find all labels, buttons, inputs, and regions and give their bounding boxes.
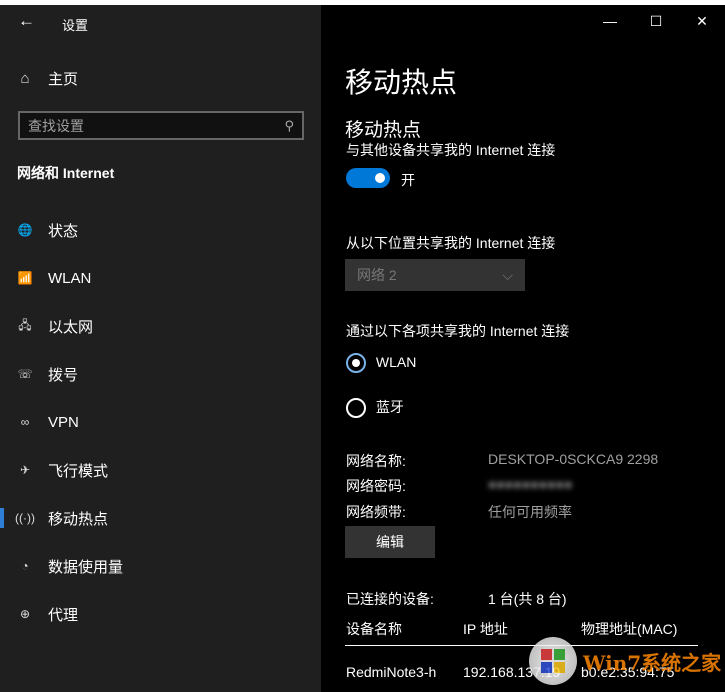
sidebar-item-label: 状态 <box>48 222 79 240</box>
vpn-icon: ∞ <box>20 415 30 429</box>
sidebar-item-4[interactable]: ∞ VPN <box>0 402 321 442</box>
radio-icon <box>346 353 366 373</box>
sidebar-item-3[interactable]: ☏ 拨号 <box>0 354 321 394</box>
watermark-logo: Win7系统之家 <box>529 637 721 685</box>
back-button[interactable]: ← <box>18 11 35 31</box>
window-title: 设置 <box>62 18 89 33</box>
minimize-button[interactable]: — <box>587 5 633 37</box>
sidebar-item-0[interactable]: 🌐 状态 <box>0 210 321 250</box>
share-from-select[interactable]: 网络 2 ⌵ <box>345 259 525 291</box>
connected-devices-value: 1 台(共 8 台) <box>488 591 567 607</box>
radio-label: 蓝牙 <box>375 399 404 415</box>
network-band-label: 网络频带: <box>346 504 406 520</box>
windows-logo-icon <box>529 637 577 685</box>
network-password-label: 网络密码: <box>346 478 406 494</box>
sidebar-item-7[interactable]: ◔ 数据使用量 <box>0 546 321 586</box>
network-password-value: ●●●●●●●●●● <box>488 476 573 492</box>
section-heading: 网络和 Internet <box>17 165 115 181</box>
maximize-button[interactable]: ☐ <box>633 5 679 37</box>
sidebar-item-label: 飞行模式 <box>48 462 109 480</box>
search-input[interactable]: 查找设置 ⚲ <box>18 111 304 140</box>
dialup-icon: ☏ <box>17 367 33 381</box>
airplane-icon: ✈ <box>19 463 31 477</box>
page-title: 移动热点 <box>345 67 458 98</box>
home-icon: ⌂ <box>20 69 30 87</box>
sidebar-item-home[interactable]: ⌂ 主页 <box>0 58 321 98</box>
section-title: 移动热点 <box>345 120 422 141</box>
sidebar-item-label: WLAN <box>48 269 92 287</box>
sidebar-item-1[interactable]: 📶 WLAN <box>0 258 321 298</box>
column-header-ip: IP 地址 <box>463 621 508 637</box>
watermark-text: Win7系统之家 <box>583 650 722 675</box>
sidebar-item-2[interactable]: 🖧 以太网 <box>0 306 321 346</box>
search-icon[interactable]: ⚲ <box>284 118 294 134</box>
search-placeholder: 查找设置 <box>28 117 84 134</box>
column-header-mac: 物理地址(MAC) <box>581 621 678 637</box>
radio-bluetooth[interactable]: 蓝牙 <box>346 397 404 419</box>
sidebar: ← 设置 ⌂ 主页 查找设置 ⚲ 网络和 Internet 🌐 状态 📶 WLAN 🖧 以… <box>0 5 321 692</box>
sidebar-item-label: 拨号 <box>48 366 79 384</box>
sidebar-item-label: 以太网 <box>48 318 94 336</box>
share-via-label: 通过以下各项共享我的 Internet 连接 <box>346 323 570 339</box>
ethernet-icon: 🖧 <box>18 317 32 332</box>
sidebar-item-8[interactable]: ⊕ 代理 <box>0 594 321 634</box>
share-from-value: 网络 2 <box>357 267 397 283</box>
globe-icon: 🌐 <box>17 223 33 237</box>
sidebar-item-label: VPN <box>48 413 79 431</box>
sidebar-item-label: 代理 <box>48 606 79 624</box>
edit-button[interactable]: 编辑 <box>345 526 435 558</box>
network-name-label: 网络名称: <box>346 453 406 469</box>
content-pane: — ☐ ✕ 移动热点 移动热点 与其他设备共享我的 Internet 连接 开 … <box>321 5 725 692</box>
share-label: 与其他设备共享我的 Internet 连接 <box>346 142 556 158</box>
toggle-state: 开 <box>401 172 415 188</box>
wifi-icon: 📶 <box>17 271 33 285</box>
hotspot-icon: ((·)) <box>15 511 35 525</box>
network-name-value: DESKTOP-0SCKCA9 2298 <box>488 451 659 467</box>
proxy-icon: ⊕ <box>19 607 31 621</box>
home-label: 主页 <box>48 70 79 88</box>
hotspot-toggle[interactable] <box>346 168 390 188</box>
radio-label: WLAN <box>375 353 417 370</box>
chevron-down-icon: ⌵ <box>502 266 513 283</box>
sidebar-item-5[interactable]: ✈ 飞行模式 <box>0 450 321 490</box>
connected-devices-label: 已连接的设备: <box>346 591 434 607</box>
share-from-label: 从以下位置共享我的 Internet 连接 <box>346 235 556 251</box>
sidebar-item-6[interactable]: ((·)) 移动热点 <box>0 498 321 538</box>
data-usage-icon: ◔ <box>21 559 29 573</box>
radio-icon <box>346 398 366 419</box>
radio-wlan[interactable]: WLAN <box>346 353 416 373</box>
sidebar-item-label: 数据使用量 <box>48 558 124 576</box>
scrollbar[interactable] <box>718 5 725 692</box>
sidebar-item-label: 移动热点 <box>48 510 109 528</box>
device-name: RedmiNote3-h <box>346 664 437 680</box>
network-band-value: 任何可用频率 <box>488 504 572 520</box>
column-header-name: 设备名称 <box>346 621 402 637</box>
